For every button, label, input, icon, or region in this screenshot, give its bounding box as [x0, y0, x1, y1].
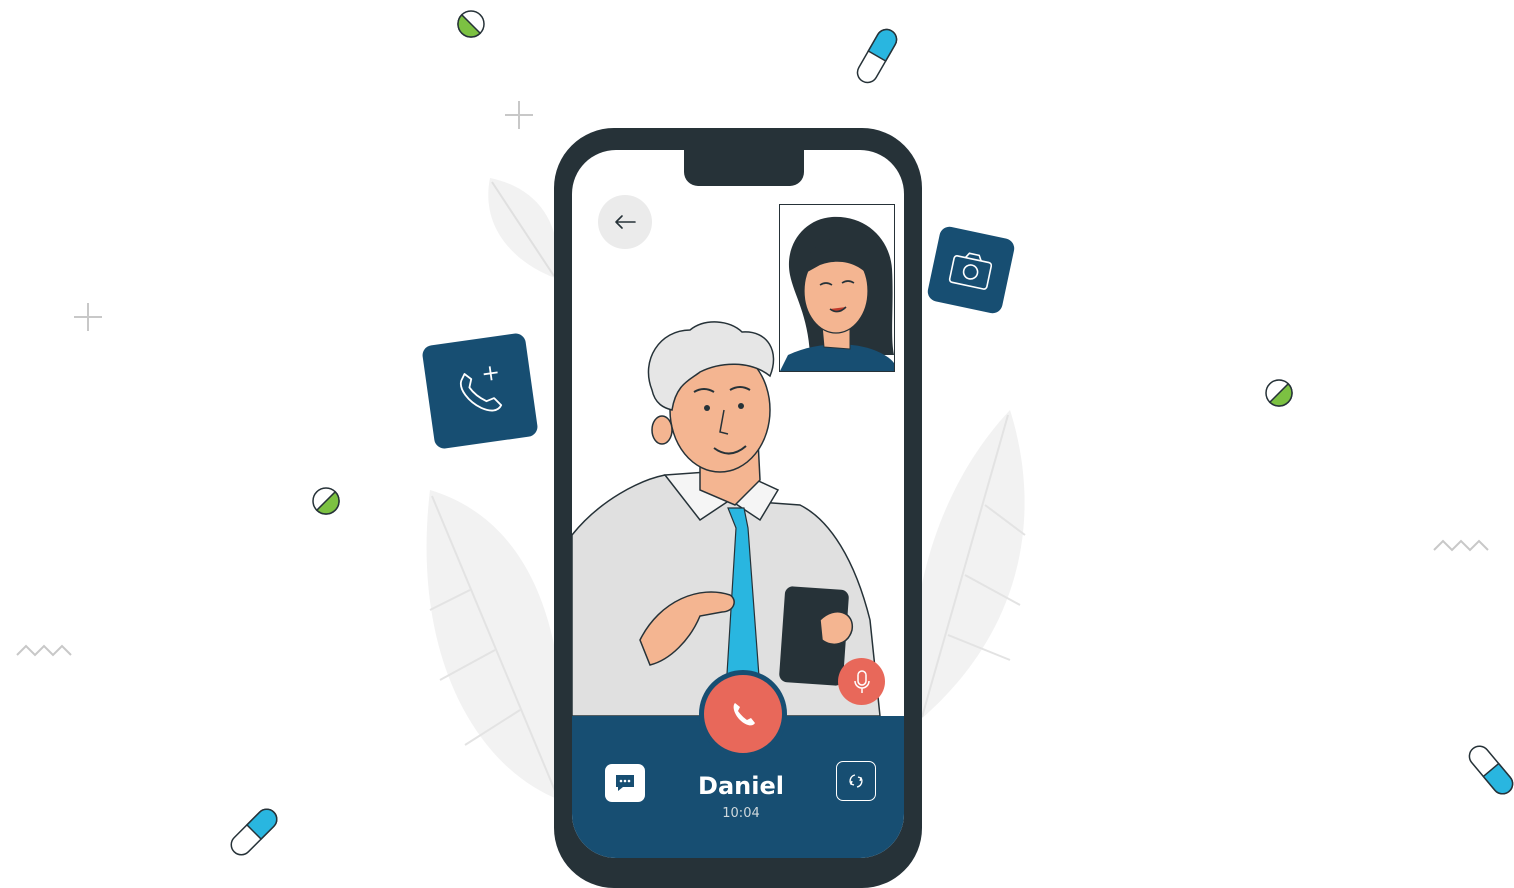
capsule-icon [1468, 745, 1514, 795]
back-button[interactable] [598, 195, 652, 249]
caller-name: Daniel [698, 772, 784, 800]
chat-button[interactable] [605, 764, 645, 802]
pill-icon [457, 10, 485, 38]
chat-bubble-icon [616, 775, 634, 791]
switch-camera-icon [849, 774, 863, 788]
phone-notch [684, 140, 804, 186]
zigzag-decoration [1433, 539, 1489, 552]
plus-decoration [74, 303, 102, 331]
phone-add-icon [459, 366, 503, 412]
call-duration: 10:04 [722, 806, 760, 821]
camera-tile [925, 224, 1017, 316]
self-view-feed [780, 216, 894, 371]
switch-camera-button[interactable] [836, 761, 876, 801]
capsule-icon [230, 808, 278, 856]
pill-icon [312, 487, 340, 515]
plus-decoration [505, 101, 533, 129]
self-view-video[interactable] [779, 204, 895, 372]
phone-hangup-icon [733, 703, 755, 726]
end-call-button[interactable] [699, 670, 787, 758]
add-call-tile [421, 332, 539, 450]
microphone-icon [853, 669, 870, 693]
capsule-icon [856, 28, 898, 84]
arrow-left-icon [615, 215, 636, 229]
zigzag-decoration [16, 644, 72, 657]
pill-icon [1265, 379, 1293, 407]
mute-microphone-button[interactable] [838, 658, 885, 705]
camera-icon [948, 252, 993, 290]
